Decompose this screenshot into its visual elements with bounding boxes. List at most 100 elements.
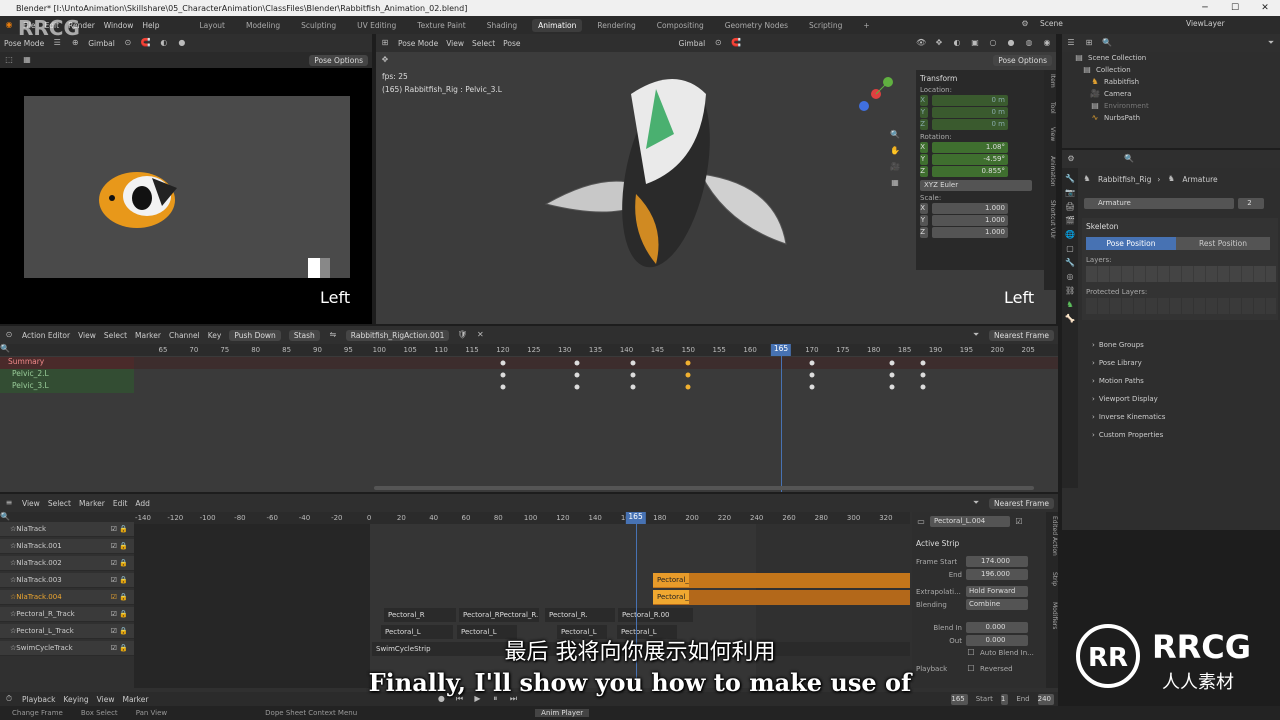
keyframe[interactable] — [920, 384, 926, 390]
xray-icon[interactable]: ▣ — [970, 38, 980, 48]
world-tab-icon[interactable]: 🌐 — [1065, 230, 1075, 240]
view-layer-name[interactable]: ViewLayer — [1186, 19, 1225, 28]
workspace-tab-rendering[interactable]: Rendering — [591, 19, 641, 32]
menu-window[interactable]: Window — [104, 21, 134, 30]
section-custom-properties[interactable]: › Custom Properties — [1082, 428, 1278, 442]
keyframe-area[interactable] — [134, 357, 1058, 492]
nla-strip[interactable]: Pectoral_R. — [653, 573, 689, 587]
keyframe[interactable] — [889, 384, 895, 390]
keyframe[interactable] — [574, 360, 580, 366]
ae-menu-select[interactable]: Select — [104, 331, 127, 340]
keyframe[interactable] — [630, 372, 636, 378]
outliner-item[interactable]: ♞ Rabbitfish — [1062, 76, 1280, 88]
rest-position-button[interactable]: Rest Position — [1176, 237, 1270, 250]
keyframe[interactable] — [500, 372, 506, 378]
keyframe[interactable] — [500, 384, 506, 390]
keyframe[interactable] — [685, 384, 691, 390]
snap-icon[interactable]: 🧲 — [141, 38, 151, 48]
outliner-item[interactable]: ▤ Scene Collection — [1062, 52, 1280, 64]
tab-item[interactable]: Item — [1044, 74, 1056, 88]
nla-track[interactable]: ☆ NlaTrack ☑ 🔒 — [0, 522, 134, 537]
channel-summary[interactable]: Summary — [0, 357, 134, 369]
rotation-x-field[interactable]: 1.08° — [932, 142, 1008, 153]
section-motion-paths[interactable]: › Motion Paths — [1082, 374, 1278, 388]
workspace-tab-animation[interactable]: Animation — [532, 18, 583, 32]
zoom-icon[interactable]: 🔍 — [890, 130, 900, 140]
outliner-item[interactable]: ▤ Collection — [1062, 64, 1280, 76]
frame-end-field[interactable]: 196.000 — [966, 569, 1028, 580]
channel-pelvic-3l[interactable]: Pelvic_3.L — [0, 381, 134, 393]
keyframe[interactable] — [630, 384, 636, 390]
transform-tool-icon[interactable]: ✥ — [380, 55, 390, 65]
nla-menu-edit[interactable]: Edit — [113, 499, 128, 508]
keyframe[interactable] — [630, 360, 636, 366]
track-enable-checkbox[interactable]: ☑ 🔒 — [111, 610, 128, 618]
shading-solid-icon[interactable]: ● — [177, 38, 187, 48]
nla-filter-icon[interactable]: ⏷ — [971, 498, 981, 508]
add-workspace-button[interactable]: + — [857, 19, 875, 32]
outliner-search-icon[interactable]: 🔍 — [1102, 38, 1112, 48]
wireframe-shading-icon[interactable]: ○ — [988, 38, 998, 48]
viewport-mode-select[interactable]: Pose Mode — [398, 39, 438, 48]
strip-mute-checkbox[interactable]: ☑ — [1014, 517, 1024, 527]
nla-strip[interactable]: Pectoral_R — [384, 608, 456, 622]
nla-track[interactable]: ☆ Pectoral_R_Track ☑ 🔒 — [0, 607, 134, 622]
tool-tab-icon[interactable]: 🔧 — [1065, 174, 1075, 184]
extrapolation-select[interactable]: Hold Forward — [966, 586, 1028, 597]
keyframe[interactable] — [809, 372, 815, 378]
camera-pose-options[interactable]: Pose Options — [309, 54, 368, 66]
viewport-menu-view[interactable]: View — [446, 39, 464, 48]
tab-modifiers[interactable]: Modifiers — [1046, 602, 1058, 629]
camera-orientation-select[interactable]: Gimbal — [88, 39, 115, 48]
frame-start-field[interactable]: 174.000 — [966, 556, 1028, 567]
users-count[interactable]: 2 — [1238, 198, 1264, 209]
rotation-z-field[interactable]: 0.855° — [932, 166, 1008, 177]
nla-strip[interactable]: Pectoral_R. — [545, 608, 615, 622]
rendered-shading-icon[interactable]: ◉ — [1042, 38, 1052, 48]
nla-strip[interactable]: Pectoral_L — [653, 590, 689, 604]
dopesheet-type-icon[interactable]: ⊙ — [4, 330, 14, 340]
nla-track[interactable]: ☆ NlaTrack.001 ☑ 🔒 — [0, 539, 134, 554]
viewport-pose-options[interactable]: Pose Options — [993, 54, 1052, 66]
blender-logo-icon[interactable]: ◉ — [4, 20, 14, 30]
nla-menu-select[interactable]: Select — [48, 499, 71, 508]
nla-track[interactable]: ☆ NlaTrack.004 ☑ 🔒 — [0, 590, 134, 605]
pose-position-button[interactable]: Pose Position — [1086, 237, 1176, 250]
nla-menu-marker[interactable]: Marker — [79, 499, 105, 508]
filter-icon[interactable]: ⏷ — [1266, 38, 1276, 48]
scale-z-field[interactable]: 1.000 — [932, 227, 1008, 238]
object-tab-icon[interactable]: ▢ — [1065, 244, 1075, 254]
bone-layers-grid[interactable] — [1086, 266, 1276, 282]
tab-view[interactable]: View — [1044, 127, 1056, 141]
ortho-grid-icon[interactable]: ▦ — [890, 178, 900, 188]
scale-x-field[interactable]: 1.000 — [932, 203, 1008, 214]
workspace-tab-compositing[interactable]: Compositing — [651, 19, 710, 32]
nla-strip[interactable]: Pectoral_R.00 — [618, 608, 693, 622]
nla-snapping-select[interactable]: Nearest Frame — [989, 497, 1054, 509]
scene-tab-icon[interactable]: 🎬 — [1065, 216, 1075, 226]
keyframe[interactable] — [889, 360, 895, 366]
select-mode-icon[interactable]: ▦ — [22, 55, 32, 65]
track-enable-checkbox[interactable]: ☑ 🔒 — [111, 525, 128, 533]
blending-select[interactable]: Combine — [966, 599, 1028, 610]
workspace-tab-shading[interactable]: Shading — [481, 19, 523, 32]
properties-type-icon[interactable]: ⚙ — [1066, 154, 1076, 164]
keyframe[interactable] — [809, 384, 815, 390]
ae-scrollbar[interactable] — [374, 486, 1034, 490]
tab-strip[interactable]: Strip — [1046, 572, 1058, 586]
rotation-y-field[interactable]: -4.59° — [932, 154, 1008, 165]
strip-name-field[interactable]: Pectoral_L.004 — [930, 516, 1010, 527]
tab-tool[interactable]: Tool — [1044, 102, 1056, 114]
tab-animation[interactable]: Animation — [1044, 156, 1056, 187]
bone-tab-icon[interactable]: 🦴 — [1065, 314, 1075, 324]
fake-user-icon[interactable]: 🛡 — [457, 330, 467, 340]
action-editor-mode[interactable]: Action Editor — [22, 331, 70, 340]
action-selector[interactable]: Rabbitfish_RigAction.001 — [345, 329, 450, 341]
section-bone-groups[interactable]: › Bone Groups — [1082, 338, 1278, 352]
render-tab-icon[interactable]: 📷 — [1065, 188, 1075, 198]
solid-shading-icon[interactable]: ● — [1006, 38, 1016, 48]
workspace-tab-uv-editing[interactable]: UV Editing — [351, 19, 402, 32]
channel-pelvic-2l[interactable]: Pelvic_2.L — [0, 369, 134, 381]
keyframe[interactable] — [889, 372, 895, 378]
overlay-icon[interactable]: ◐ — [159, 38, 169, 48]
